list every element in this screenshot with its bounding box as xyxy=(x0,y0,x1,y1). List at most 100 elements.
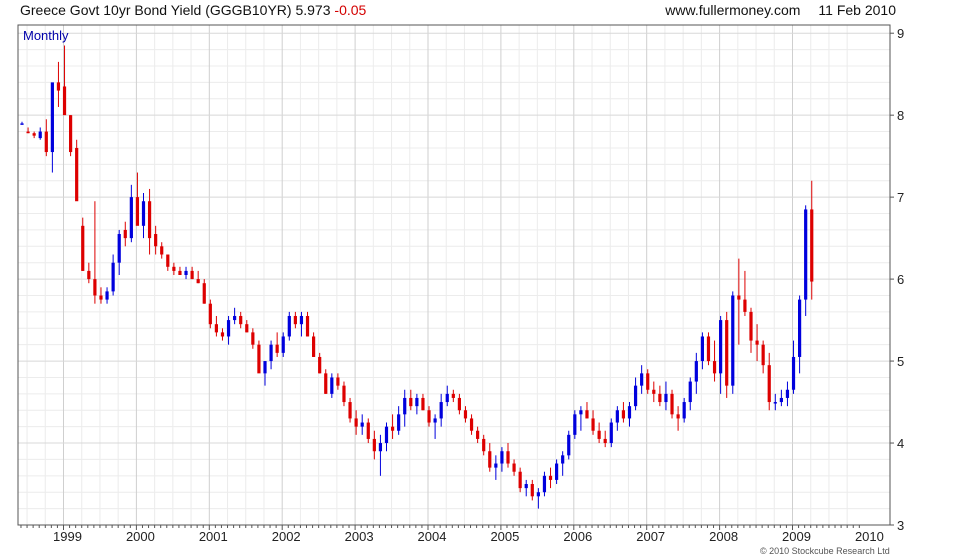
bar-body xyxy=(299,315,304,325)
ohlc-bar xyxy=(166,254,170,271)
bar-body xyxy=(694,361,698,382)
bar-body xyxy=(451,393,455,398)
bar-body xyxy=(105,291,109,300)
y-tick-label: 9 xyxy=(897,26,904,41)
bar-body xyxy=(585,410,589,419)
bar-body xyxy=(366,422,370,439)
bar-body xyxy=(536,492,540,497)
bar-body xyxy=(93,279,97,296)
bar-body xyxy=(330,377,334,394)
bar-body xyxy=(190,270,194,280)
ohlc-bar xyxy=(269,340,273,370)
y-tick-label: 6 xyxy=(897,272,904,287)
bar-body xyxy=(530,484,534,497)
ohlc-bar xyxy=(141,193,146,239)
bar-body xyxy=(147,201,152,239)
bar-body xyxy=(184,270,188,275)
ohlc-bar xyxy=(621,402,626,423)
bar-body xyxy=(38,131,42,139)
bar-body xyxy=(646,373,650,390)
ohlc-bar xyxy=(761,340,765,374)
bar-body xyxy=(810,209,814,282)
ohlc-bar xyxy=(196,270,200,284)
bar-body xyxy=(804,209,808,300)
bar-body xyxy=(597,430,601,439)
ohlc-bar xyxy=(366,418,370,444)
ohlc-bar xyxy=(233,307,237,325)
bar-body xyxy=(220,332,225,337)
ohlc-bar xyxy=(75,139,79,202)
x-tick-label: 2005 xyxy=(490,529,519,544)
bar-body xyxy=(354,418,358,427)
bar-body xyxy=(111,262,115,292)
ohlc-bar xyxy=(324,369,328,394)
ohlc-bar xyxy=(488,443,492,472)
bar-body xyxy=(463,410,468,419)
bar-body xyxy=(488,451,492,468)
ohlc-bar xyxy=(360,414,364,435)
ohlc-bar xyxy=(688,377,692,411)
bar-body xyxy=(767,365,771,403)
bar-body xyxy=(567,434,571,456)
bar-body xyxy=(360,422,364,427)
ohlc-bar xyxy=(342,381,346,407)
bar-body xyxy=(69,115,73,153)
ohlc-bar xyxy=(105,287,109,304)
ohlc-bar xyxy=(640,365,644,394)
bar-body xyxy=(627,406,632,419)
bar-body xyxy=(652,389,656,394)
ohlc-bar xyxy=(147,188,152,255)
bar-body xyxy=(706,336,711,362)
bar-body xyxy=(324,373,328,394)
ohlc-bar xyxy=(32,131,36,139)
ohlc-bar xyxy=(476,426,480,444)
bar-body xyxy=(50,82,54,153)
bar-body xyxy=(233,315,237,321)
ohlc-bar xyxy=(561,451,565,476)
bar-body xyxy=(196,279,200,284)
ohlc-bar xyxy=(293,311,297,329)
ohlc-bar xyxy=(421,393,425,411)
bar-body xyxy=(62,86,67,116)
ohlc-bar xyxy=(239,311,243,329)
x-tick-label: 2000 xyxy=(126,529,155,544)
ohlc-bar xyxy=(567,430,571,460)
bar-body xyxy=(439,402,443,419)
bar-body xyxy=(743,299,747,312)
bar-body xyxy=(123,229,127,239)
bar-body xyxy=(524,484,528,489)
bar-body xyxy=(773,402,777,404)
ohlc-bar xyxy=(506,443,510,468)
bar-body xyxy=(548,475,553,480)
bar-body xyxy=(785,389,790,398)
period-label: Monthly xyxy=(23,28,69,43)
bar-body xyxy=(676,414,680,419)
x-tick-label: 2003 xyxy=(345,529,374,544)
bar-body xyxy=(579,410,583,415)
ohlc-bar xyxy=(548,467,553,489)
bar-body xyxy=(378,443,383,452)
y-tick-label: 8 xyxy=(897,108,904,123)
bar-body xyxy=(761,344,765,366)
bar-body xyxy=(293,315,297,325)
bar-body xyxy=(482,438,486,452)
ohlc-bar xyxy=(214,315,218,337)
ohlc-bar xyxy=(731,291,735,394)
ohlc-bar xyxy=(804,205,808,316)
ohlc-bar xyxy=(111,254,115,296)
grid xyxy=(18,25,890,526)
bar-body xyxy=(287,315,291,337)
bar-body xyxy=(457,397,461,411)
bar-body xyxy=(561,455,565,464)
bar-body xyxy=(281,336,285,353)
ohlc-bar xyxy=(512,459,516,476)
ohlc-bar xyxy=(633,377,638,411)
ohlc-bar xyxy=(202,279,206,304)
ohlc-bar xyxy=(87,262,91,284)
bar-body xyxy=(427,410,431,423)
ohlc-bar xyxy=(457,393,461,415)
bar-body xyxy=(245,324,249,333)
ohlc-bar xyxy=(178,266,182,275)
ohlc-bar xyxy=(530,479,534,501)
ohlc-bar xyxy=(609,418,613,448)
